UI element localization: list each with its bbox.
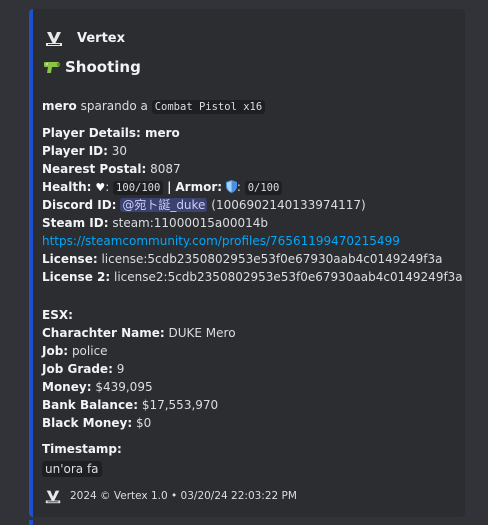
health-armor-line: Health: ♥: 100/100 | Armor: : 0/100 [42,179,283,196]
shield-icon [225,180,237,193]
job-grade-line: Job Grade: 9 [42,362,125,376]
discord-mention[interactable]: @宛ト誕_duke [120,198,208,212]
vertex-logo-icon [44,28,64,48]
title-text: Shooting [65,58,141,76]
job-line: Job: police [42,344,108,358]
footer-text: 2024 © Vertex 1.0 • 03/20/24 22:03:22 PM [70,490,297,502]
heart-icon: ♥ [95,181,106,194]
embed-footer: 2024 © Vertex 1.0 • 03/20/24 22:03:22 PM [44,487,297,505]
embed-card: Vertex Shooting mero sparando a Combat P… [29,9,465,517]
steam-line: Steam ID: steam:11000015a00014b [42,216,269,230]
vertex-logo-icon [44,487,62,505]
weapon-code: Combat Pistol x16 [151,100,266,114]
timestamp-value: un'ora fa [42,461,102,477]
license-line: License: license:5cdb2350802953e53f0e679… [42,252,443,266]
esx-heading: ESX: [42,308,73,322]
next-embed-bar [29,520,33,525]
discord-line: Discord ID: @宛ト誕_duke (10069021401339741… [42,198,366,212]
embed-title: Shooting [43,58,141,76]
bank-line: Bank Balance: $17,553,970 [42,398,219,412]
postal-line: Nearest Postal: 8087 [42,162,181,176]
character-name-line: Charachter Name: DUKE Mero [42,326,236,340]
license2-line: License 2: license2:5cdb2350802953e53f0e… [42,270,463,284]
steam-profile-link[interactable]: https://steamcommunity.com/profiles/7656… [42,233,400,249]
embed-author: Vertex [44,28,125,48]
intro-line: mero sparando a Combat Pistol x16 [42,98,266,115]
player-id-line: Player ID: 30 [42,144,128,158]
money-line: Money: $439,095 [42,380,153,394]
timestamp-label: Timestamp: [42,442,122,456]
author-name[interactable]: Vertex [77,31,125,46]
black-money-line: Black Money: $0 [42,416,152,430]
player-details-heading: Player Details: mero [42,126,180,140]
gun-icon [44,62,60,73]
